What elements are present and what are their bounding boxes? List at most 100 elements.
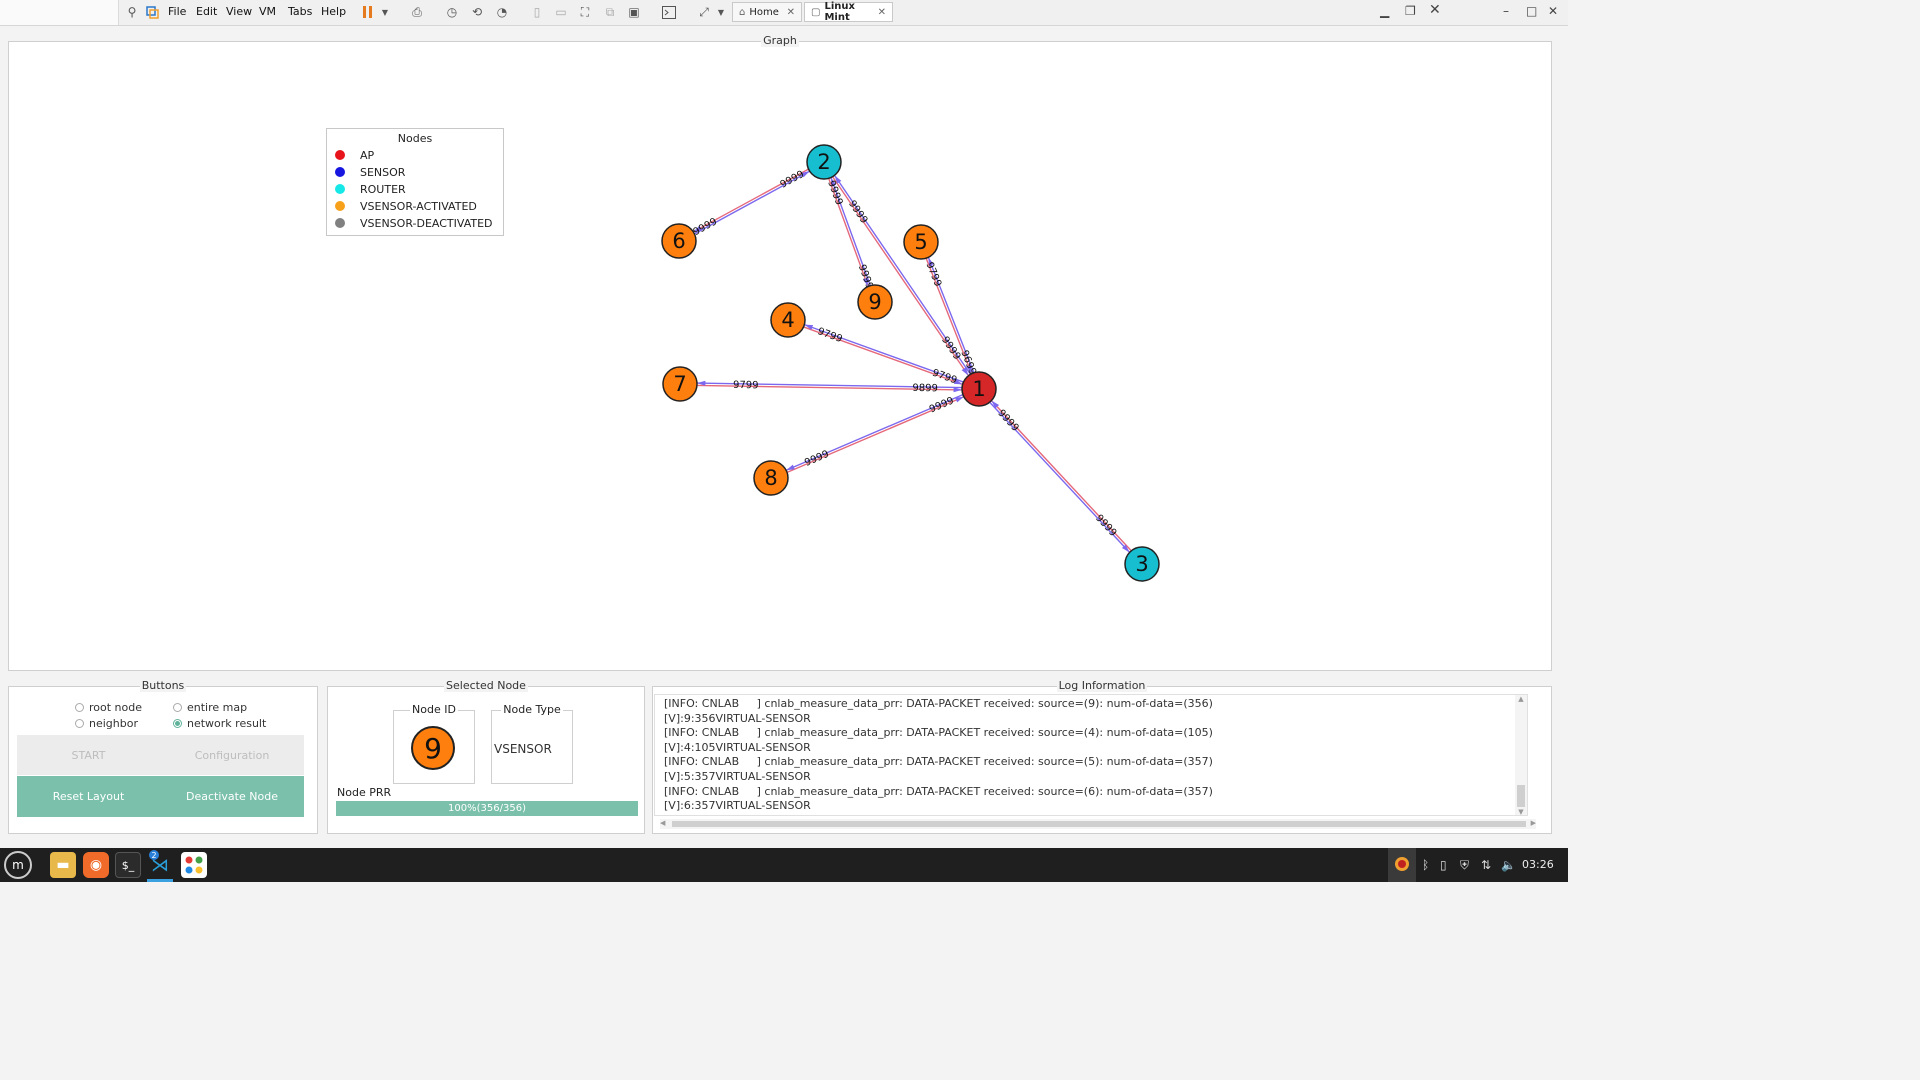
radio-network-result-indicator[interactable]	[173, 719, 182, 728]
graph-node-3[interactable]: 3	[1124, 546, 1160, 582]
node-type-label: Node Type	[501, 703, 563, 716]
node-id-label: Node ID	[410, 703, 458, 716]
bluetooth-icon[interactable]: ᛒ	[1422, 858, 1429, 872]
shield-icon[interactable]: ⛨	[1460, 858, 1469, 873]
clipboard-icon[interactable]: ▯	[1440, 858, 1447, 872]
edge-label: 9799	[924, 261, 944, 289]
log-horizontal-scroll-thumb[interactable]	[672, 821, 1526, 827]
log-line: [INFO: CNLAB ] cnlab_measure_data_prr: D…	[664, 726, 1213, 739]
network-icon[interactable]: ⇅	[1481, 858, 1491, 872]
graph-node-1[interactable]: 1	[961, 371, 997, 407]
fit-guest-icon[interactable]: ⛶	[577, 3, 593, 21]
menu-help[interactable]: Help	[321, 5, 346, 18]
stretch-icon[interactable]: ⤢	[696, 3, 712, 21]
deactivate-node-button[interactable]: Deactivate Node	[160, 776, 304, 817]
snapshot-manager-icon[interactable]: ◔	[494, 3, 510, 21]
radio-neighbor-label: neighbor	[89, 717, 138, 730]
unity-icon[interactable]: ⧉	[602, 3, 618, 21]
graph-node-label: 6	[672, 229, 685, 253]
graph-node-6[interactable]: 6	[661, 223, 697, 259]
app-grid-icon[interactable]	[181, 852, 207, 878]
send-keys-icon[interactable]: ⎙	[409, 3, 425, 21]
vmware-tray-icon[interactable]	[1394, 856, 1410, 875]
log-line: [V]:6:357VIRTUAL-SENSOR	[664, 799, 811, 812]
vscode-active-indicator	[147, 879, 173, 882]
edge-label: 9999	[779, 169, 807, 191]
tab-home[interactable]: ⌂ Home ✕	[732, 2, 802, 22]
graph-node-8[interactable]: 8	[753, 460, 789, 496]
radio-neighbor[interactable]: neighbor	[75, 717, 138, 730]
radio-neighbor-indicator[interactable]	[75, 719, 84, 728]
menu-view[interactable]: View	[226, 5, 252, 18]
mint-menu-icon[interactable]: m	[4, 851, 32, 879]
tab-home-close-icon[interactable]: ✕	[787, 7, 795, 18]
files-icon[interactable]: ▬	[50, 852, 76, 878]
volume-icon[interactable]: 🔈	[1501, 858, 1516, 872]
clock[interactable]: 03:26	[1522, 858, 1554, 871]
network-graph[interactable]: 9999999999999999999999999799969997999799…	[9, 42, 1551, 670]
radio-entire-map[interactable]: entire map	[173, 701, 247, 714]
start-button[interactable]: START	[17, 735, 160, 775]
graph-node-5[interactable]: 5	[903, 224, 939, 260]
pin-icon[interactable]: ⚲	[124, 3, 140, 21]
edge-label: 9999	[803, 449, 831, 469]
tab-linux-mint-close-icon[interactable]: ✕	[878, 7, 886, 18]
pause-icon[interactable]	[361, 3, 375, 21]
edge-label: 9799	[733, 380, 759, 391]
firefox-icon[interactable]: ◉	[83, 852, 109, 878]
scroll-down-icon[interactable]: ▼	[1515, 808, 1527, 815]
vm-close-icon[interactable]: ✕	[1429, 2, 1441, 18]
vm-restore-icon[interactable]: ❐	[1405, 4, 1416, 18]
radio-network-result[interactable]: network result	[173, 717, 266, 730]
graph-node-label: 4	[781, 308, 794, 332]
graph-node-2[interactable]: 2	[806, 144, 842, 180]
toolbar-blank-area	[0, 0, 119, 25]
stretch-chevron-down-icon[interactable]: ▼	[716, 3, 726, 21]
edge-label: 9999	[692, 216, 720, 238]
vm-toolbar: ⚲ File Edit View VM Tabs Help ▼ ⎙ ◷ ⟲ ◔ …	[0, 0, 1568, 26]
terminal-icon[interactable]: $_	[115, 852, 141, 878]
graph-node-label: 3	[1135, 552, 1148, 576]
menu-vm[interactable]: VM	[259, 5, 276, 18]
log-text-area[interactable]: [INFO: CNLAB ] cnlab_measure_data_prr: D…	[654, 694, 1528, 816]
radio-root-node[interactable]: root node	[75, 701, 142, 714]
radio-root-node-indicator[interactable]	[75, 703, 84, 712]
reset-layout-button[interactable]: Reset Layout	[17, 776, 160, 817]
tab-linux-mint[interactable]: ▢ Linux Mint ✕	[804, 1, 893, 23]
fullscreen-icon[interactable]: ▣	[626, 3, 642, 21]
window-close-icon[interactable]: ✕	[1548, 4, 1558, 18]
vm-minimize-icon[interactable]: ▁	[1380, 4, 1389, 18]
log-vertical-scroll-thumb[interactable]	[1517, 785, 1525, 807]
menu-edit[interactable]: Edit	[196, 5, 217, 18]
revert-snapshot-icon[interactable]: ⟲	[469, 3, 485, 21]
vmware-logo-icon[interactable]	[145, 3, 159, 21]
graph-node-label: 1	[972, 377, 985, 401]
window-minimize-icon[interactable]: –	[1503, 4, 1509, 18]
chevron-down-icon[interactable]: ▼	[380, 3, 390, 21]
radio-entire-map-indicator[interactable]	[173, 703, 182, 712]
scroll-right-icon[interactable]: ▶	[1531, 819, 1536, 827]
menu-file[interactable]: File	[168, 5, 186, 18]
graph-node-7[interactable]: 7	[662, 366, 698, 402]
configuration-button[interactable]: Configuration	[160, 735, 304, 775]
edge-label: 9999	[939, 335, 962, 362]
radio-network-result-label: network result	[187, 717, 267, 730]
thumbnail-icon[interactable]: ▭	[553, 3, 569, 21]
window-maximize-icon[interactable]: □	[1526, 4, 1537, 18]
graph-node-label: 5	[914, 230, 927, 254]
graph-node-4[interactable]: 4	[770, 302, 806, 338]
menu-tabs[interactable]: Tabs	[288, 5, 312, 18]
graph-node-9[interactable]: 9	[857, 284, 893, 320]
edge-label: 9999	[846, 199, 869, 226]
node-prr-progress: 100%(356/356)	[336, 801, 638, 816]
snapshot-icon[interactable]: ◷	[444, 3, 460, 21]
console-icon[interactable]	[661, 3, 677, 21]
sidebar-toggle-icon[interactable]: ▯	[529, 3, 545, 21]
scroll-left-icon[interactable]: ◀	[660, 819, 665, 827]
tab-linux-mint-label: Linux Mint	[824, 1, 855, 23]
log-line: [INFO: CNLAB ] cnlab_measure_data_prr: D…	[664, 697, 1213, 710]
buttons-panel: Buttons root node entire map neighbor ne…	[8, 679, 318, 834]
log-horizontal-scrollbar[interactable]: ◀ ▶	[660, 819, 1536, 829]
scroll-up-icon[interactable]: ▲	[1515, 695, 1527, 703]
log-vertical-scrollbar[interactable]: ▲ ▼	[1515, 695, 1527, 815]
